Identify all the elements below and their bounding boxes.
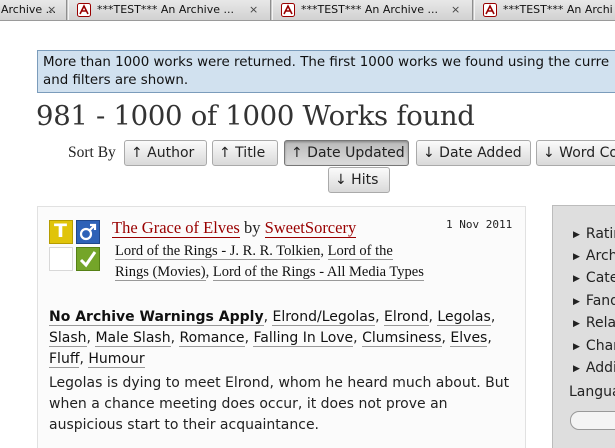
expand-triangle-icon: ▶ — [573, 342, 580, 352]
work-summary: Legolas is dying to meet Elrond, whom he… — [49, 375, 510, 433]
by-label: by — [243, 218, 261, 237]
fandom-tag-movies[interactable]: Lord of the — [327, 243, 393, 260]
filter-characters[interactable]: ▶Char — [573, 338, 615, 354]
freeform-tag-male-slash[interactable]: Male Slash — [95, 330, 171, 347]
results-limit-notice: More than 1000 works were returned. The … — [37, 50, 615, 93]
expand-triangle-icon: ▶ — [573, 297, 580, 307]
sort-date-added-button[interactable]: ↓ Date Added — [416, 140, 531, 166]
tab-title: ***TEST*** An Archive ... — [301, 3, 439, 16]
sort-word-count-button[interactable]: ↓ Word Co — [536, 140, 615, 166]
filter-categories[interactable]: ▶ Cate — [573, 270, 615, 286]
work-blurb: T The Grace of Elves by SweetSorcery 1 N… — [37, 206, 526, 448]
language-label: Langua — [569, 384, 615, 400]
expand-triangle-icon: ▶ — [573, 252, 580, 262]
checkmark-icon — [79, 251, 97, 268]
warning-tag[interactable]: No Archive Warnings Apply — [49, 309, 264, 326]
expand-triangle-icon: ▶ — [573, 364, 580, 374]
fandom-tag-movies-cont[interactable]: Rings (Movies) — [115, 264, 206, 281]
browser-tab-2[interactable]: ***TEST*** An Archive ... × — [68, 0, 271, 20]
category-slash-icon[interactable] — [76, 220, 100, 244]
expand-triangle-icon: ▶ — [573, 319, 580, 329]
expand-triangle-icon: ▶ — [573, 230, 580, 240]
freeform-tag-clumsiness[interactable]: Clumsiness — [362, 330, 442, 347]
sort-hits-button[interactable]: ↓ Hits — [328, 167, 390, 193]
sort-by-label: Sort By — [68, 144, 116, 161]
filter-ratings[interactable]: ▶Ratin — [573, 226, 615, 242]
warnings-none-icon[interactable] — [49, 247, 73, 271]
fandom-tag-tolkien[interactable]: Lord of the Rings - J. R. R. Tolkien — [115, 243, 321, 260]
sort-author-button[interactable]: ↑ Author — [124, 140, 207, 166]
expand-triangle-icon: ▶ — [573, 274, 580, 284]
browser-tab-strip: Archive ... × ***TEST*** An Archive ... … — [0, 0, 615, 21]
complete-work-icon[interactable] — [76, 247, 100, 271]
work-date: 1 Nov 2011 — [446, 218, 513, 231]
fandom-list: Lord of the Rings - J. R. R. Tolkien, Lo… — [115, 243, 424, 281]
author-link[interactable]: SweetSorcery — [264, 218, 357, 238]
character-tag-legolas[interactable]: Legolas — [437, 309, 491, 326]
tab-close-icon[interactable]: × — [451, 0, 460, 20]
freeform-tag-romance[interactable]: Romance — [179, 330, 245, 347]
rating-teen-icon[interactable]: T — [49, 220, 73, 244]
work-heading: The Grace of Elves by SweetSorcery — [112, 218, 357, 238]
filter-archive-warnings[interactable]: ▶ Arch — [573, 248, 615, 264]
tab-title: ***TEST*** An Archi — [503, 3, 613, 16]
freeform-tag-fluff[interactable]: Fluff — [49, 351, 80, 368]
browser-tab-1[interactable]: Archive ... × — [0, 0, 67, 20]
filter-relationships[interactable]: ▶ Rela — [573, 315, 615, 331]
browser-tab-4[interactable]: ***TEST*** An Archi — [474, 0, 615, 20]
freeform-tag-slash[interactable]: Slash — [49, 330, 87, 347]
freeform-tag-falling-in-love[interactable]: Falling In Love — [253, 330, 354, 347]
filter-sidebar: ▶Ratin ▶Arch ▶Cate ▶Fand ▶Rela ▶Char ▶Ad… — [552, 205, 615, 448]
freeform-tag-humour[interactable]: Humour — [88, 351, 145, 368]
tag-list: No Archive Warnings Apply, Elrond/Legola… — [49, 309, 496, 368]
ao3-favicon-icon — [483, 3, 497, 17]
relationship-tag[interactable]: Elrond/Legolas — [272, 309, 376, 326]
page-title: 981 - 1000 of 1000 Works found — [36, 100, 475, 132]
browser-tab-3[interactable]: ***TEST*** An Archive ... × — [272, 0, 473, 20]
tab-close-icon[interactable]: × — [47, 0, 56, 20]
work-title-link[interactable]: The Grace of Elves — [112, 218, 240, 238]
freeform-tag-elves[interactable]: Elves — [450, 330, 488, 347]
male-symbol-icon — [79, 223, 97, 241]
filter-additional-tags[interactable]: ▶ Addi — [573, 360, 615, 376]
tab-close-icon[interactable]: × — [249, 0, 258, 20]
ao3-favicon-icon — [281, 3, 295, 17]
ao3-favicon-icon — [77, 3, 91, 17]
fandom-tag-all-media[interactable]: Lord of the Rings - All Media Types — [212, 264, 424, 281]
character-tag-elrond[interactable]: Elrond — [384, 309, 429, 326]
notice-line-1: More than 1000 works were returned. The … — [43, 55, 610, 70]
sort-title-button[interactable]: ↑ Title — [212, 140, 278, 166]
tab-title: ***TEST*** An Archive ... — [97, 3, 235, 16]
filter-fandoms[interactable]: ▶ Fand — [573, 293, 615, 309]
notice-line-2: and filters are shown. — [43, 73, 189, 88]
sort-date-updated-button[interactable]: ↑ Date Updated — [284, 140, 409, 166]
language-select[interactable] — [570, 411, 615, 430]
